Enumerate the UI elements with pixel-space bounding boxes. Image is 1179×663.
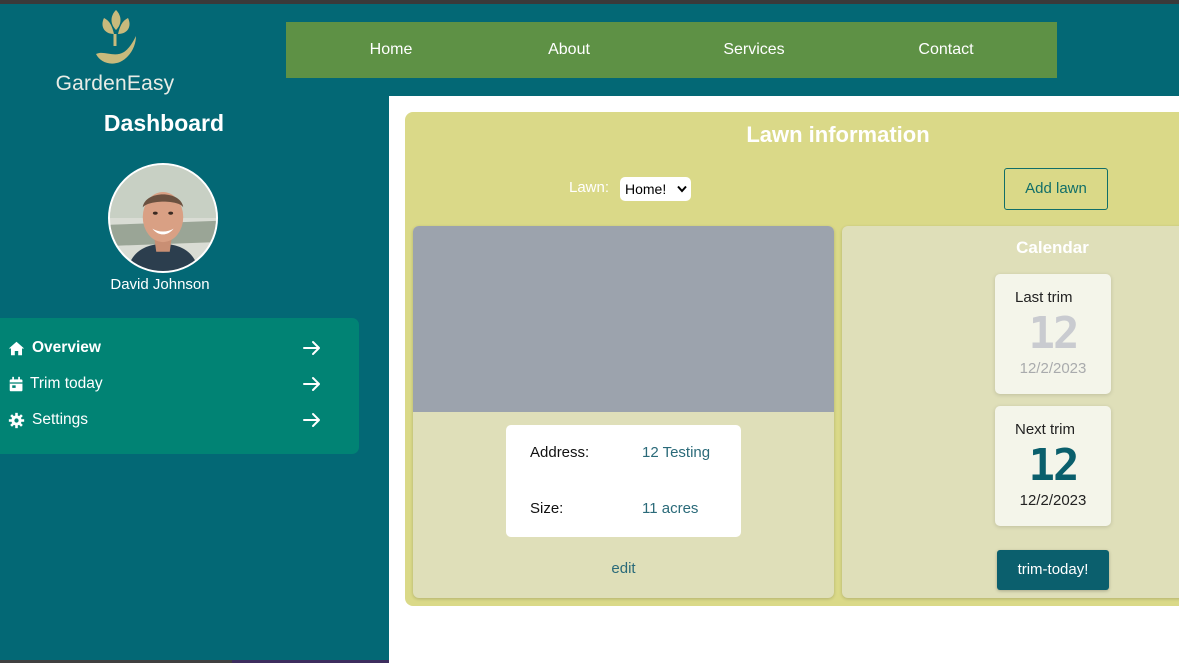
sidebar-item-label: Settings [32,411,89,428]
avatar[interactable] [108,163,218,273]
top-navigation: Home About Services Contact [286,22,1057,78]
address-label: Address: [530,444,590,461]
last-trim-card: Last trim 12 12/2/2023 [995,274,1111,394]
last-trim-label: Last trim [1015,289,1073,306]
sidebar-item-label: Trim today [30,375,103,392]
nav-about[interactable]: About [524,22,614,78]
calendar-card: Calendar Last trim 12 12/2/2023 Next tri… [842,226,1179,598]
lawn-card: Address: 12 Testing Size: 11 acres edit [413,226,834,598]
sidebar-item-trim-today[interactable]: Trim today [0,368,359,402]
lawn-select-label: Lawn: [569,179,610,196]
add-lawn-button[interactable]: Add lawn [1004,168,1108,210]
chevron-down-icon [677,185,687,193]
user-name: David Johnson [110,276,210,293]
lawn-select[interactable]: Home! [620,177,691,201]
lawn-select-value: Home! [625,181,667,197]
nav-contact[interactable]: Contact [896,22,996,78]
trim-today-button[interactable]: trim-today! [997,550,1109,590]
last-trim-day: 12 [1028,308,1080,359]
dashboard-title: Dashboard [103,110,225,136]
calendar-title: Calendar [1016,238,1089,257]
home-icon [8,341,25,356]
user-photo-icon [110,165,216,271]
nav-services[interactable]: Services [704,22,804,78]
next-trim-day: 12 [1028,440,1080,491]
last-trim-date: 12/2/2023 [1019,360,1087,377]
leaf-hand-icon [96,10,136,64]
sidebar-item-label: Overview [32,339,101,356]
panel-title: Lawn information [746,122,930,147]
nav-home[interactable]: Home [346,22,436,78]
lawn-information-panel: Lawn information Lawn: Home! Add lawn Ad… [405,112,1179,606]
next-trim-date: 12/2/2023 [1019,492,1087,509]
gear-icon [8,412,25,429]
lawn-info-box: Address: 12 Testing Size: 11 acres [506,425,741,537]
edit-lawn-link[interactable]: edit [413,560,834,577]
arrow-right-icon [303,413,320,427]
lawn-image-placeholder [413,226,834,412]
sidebar-item-overview[interactable]: Overview [0,332,359,366]
size-value: 11 acres [642,500,699,517]
next-trim-card: Next trim 12 12/2/2023 [995,406,1111,526]
arrow-right-icon [303,341,320,355]
address-value: 12 Testing [642,444,711,461]
brand-logo[interactable]: GardenEasy [40,4,190,99]
size-label: Size: [530,500,564,517]
next-trim-label: Next trim [1015,421,1075,438]
brand-name: GardenEasy [55,72,175,95]
calendar-icon [9,376,23,392]
sidebar-item-settings[interactable]: Settings [0,404,359,438]
sidebar-menu: Overview Trim today Settings [0,318,359,454]
arrow-right-icon [303,377,320,391]
